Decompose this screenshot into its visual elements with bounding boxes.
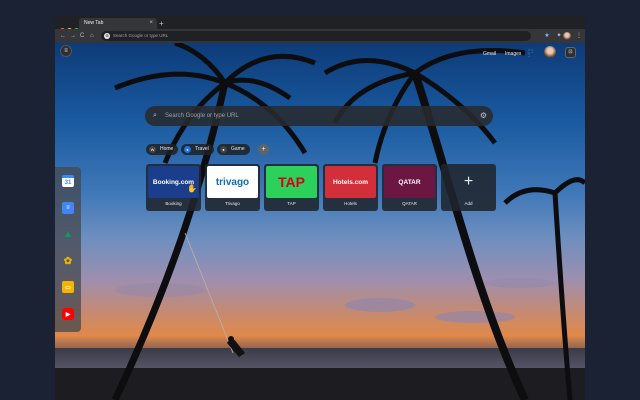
hotels-logo: Hotels.com	[325, 166, 376, 198]
tab-close-icon[interactable]: ×	[149, 18, 153, 29]
tab-title: New Tab	[84, 20, 104, 26]
add-chip-button[interactable]: +	[258, 144, 269, 155]
home-icon[interactable]: ⌂	[90, 29, 94, 43]
gmail-link[interactable]: Gmail	[483, 51, 496, 57]
add-shortcut-icon: +	[463, 173, 474, 190]
chip-game[interactable]: ● Game	[217, 144, 250, 155]
drive-icon[interactable]: ▲	[62, 228, 74, 240]
apps-sidebar: 31 ≡ ▲ ✿ ▭ ▶	[55, 167, 81, 332]
shortcut-tile-tap[interactable]: TAP TAP	[264, 164, 319, 211]
apps-grid-icon[interactable]: ⋮⋮⋮	[527, 49, 535, 57]
back-icon[interactable]: ←	[60, 29, 66, 43]
google-icon: G	[104, 33, 110, 39]
search-icon: ⌕	[153, 112, 157, 119]
photos-icon[interactable]: ✿	[62, 255, 74, 267]
forward-icon[interactable]: →	[70, 29, 76, 43]
browser-window: New Tab × + ← → C ⌂ G Search Google or t…	[55, 16, 585, 400]
tile-label: Booking	[165, 201, 182, 206]
search-settings-icon[interactable]: ⚙	[480, 106, 487, 126]
chip-home[interactable]: W Home	[146, 144, 179, 155]
game-chip-icon: ●	[220, 146, 227, 153]
tab-new-tab[interactable]: New Tab ×	[79, 18, 157, 29]
customize-menu-button[interactable]: ≡	[60, 45, 72, 57]
new-tab-page: ≡ Gmail Images ⋮⋮⋮ ⊡ ⌕ Search Google or …	[55, 43, 585, 400]
browser-menu-icon[interactable]: ⋮	[574, 31, 584, 41]
profile-avatar[interactable]	[563, 32, 571, 40]
tile-label: Add	[464, 201, 473, 206]
home-chip-icon: W	[149, 146, 156, 153]
palm-trees-illustration	[111, 43, 585, 400]
chip-label: Game	[231, 146, 245, 152]
new-tab-button[interactable]: +	[159, 18, 164, 29]
search-placeholder: Search Google or type URL	[165, 113, 239, 119]
address-placeholder: Search Google or type URL	[113, 33, 169, 38]
shortcut-tile-hotels[interactable]: Hotels.com Hotels	[323, 164, 378, 211]
browser-toolbar: ← → C ⌂ G Search Google or type URL ★ ✦ …	[55, 29, 585, 43]
chip-label: Travel	[195, 146, 209, 152]
chip-travel[interactable]: ● Travel	[181, 144, 214, 155]
account-avatar[interactable]	[544, 46, 556, 58]
tile-label: TAP	[287, 201, 296, 206]
chip-label: Home	[160, 146, 174, 152]
address-bar[interactable]: G Search Google or type URL	[101, 31, 531, 41]
docs-icon[interactable]: ≡	[62, 202, 74, 214]
shortcut-tile-qatar[interactable]: QATAR QATAR	[382, 164, 437, 211]
trivago-logo: trivago	[207, 166, 258, 198]
calendar-icon[interactable]: 31	[62, 175, 74, 187]
images-link[interactable]: Images	[505, 51, 521, 57]
bookmark-star-icon[interactable]: ★	[542, 31, 552, 41]
tile-label: QATAR	[402, 201, 417, 206]
mouse-cursor: ✋	[187, 184, 197, 193]
tile-label: Trivago	[225, 201, 240, 206]
add-shortcut-tile[interactable]: + Add	[441, 164, 496, 211]
slides-icon[interactable]: ▭	[62, 281, 74, 293]
youtube-icon[interactable]: ▶	[62, 308, 74, 320]
travel-chip-icon: ●	[184, 146, 191, 153]
shortcut-tile-trivago[interactable]: trivago Trivago	[205, 164, 260, 211]
search-input[interactable]: ⌕ Search Google or type URL ⚙	[145, 106, 493, 126]
booking-logo: Booking.com	[148, 166, 199, 198]
tile-label: Hotels	[344, 201, 357, 206]
qatar-logo: QATAR	[384, 166, 435, 198]
tap-logo: TAP	[266, 166, 317, 198]
settings-square-icon[interactable]: ⊡	[565, 47, 576, 58]
title-bar: New Tab × +	[55, 16, 585, 33]
reload-icon[interactable]: C	[80, 29, 84, 43]
